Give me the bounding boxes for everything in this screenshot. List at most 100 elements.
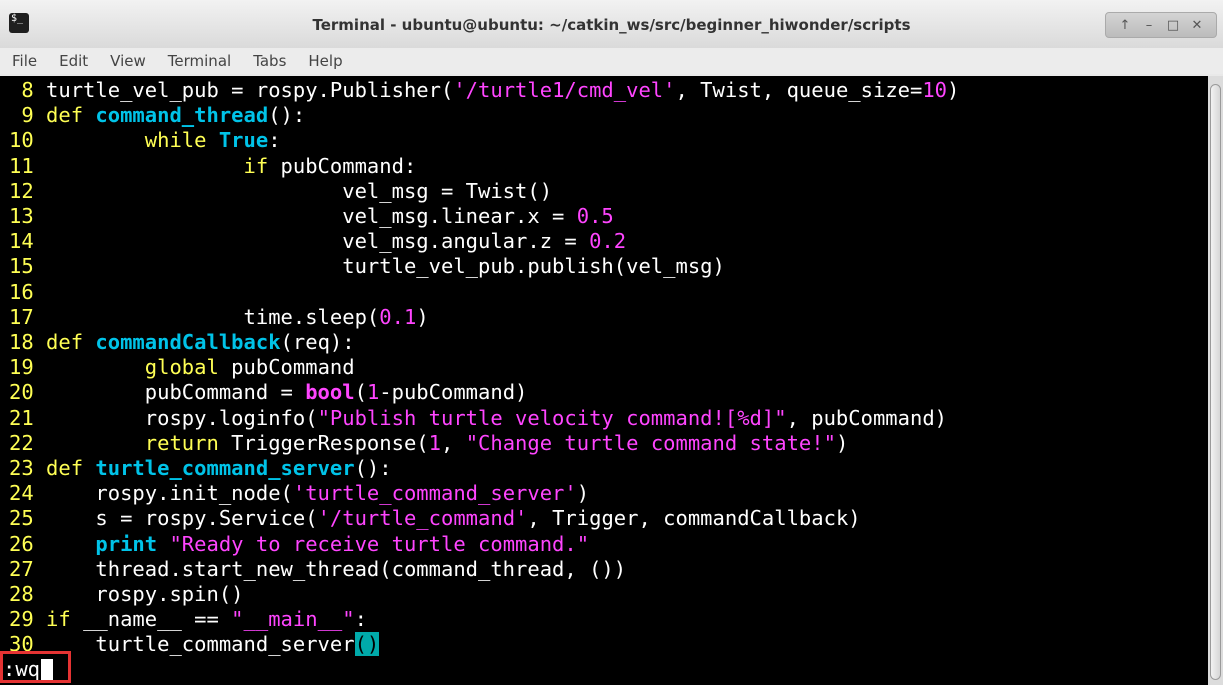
line-number: 20 bbox=[9, 380, 34, 405]
code-token: "Ready to receive turtle command." bbox=[169, 531, 590, 556]
title-bar[interactable]: $_ Terminal - ubuntu@ubuntu: ~/catkin_ws… bbox=[0, 0, 1223, 49]
code-line: 25 s = rospy.Service('/turtle_command', … bbox=[9, 506, 861, 531]
code-line: 28 rospy.spin() bbox=[9, 582, 244, 607]
code-token: ) bbox=[835, 430, 849, 455]
code-token: pubCommand = bbox=[46, 380, 306, 405]
line-number: 15 bbox=[9, 254, 34, 279]
code-token: , Twist, queue_size= bbox=[675, 78, 923, 102]
code-line: 23 def turtle_command_server(): bbox=[9, 456, 392, 481]
code-token: 0.5 bbox=[576, 204, 614, 228]
menu-view[interactable]: View bbox=[99, 52, 157, 70]
line-number: 26 bbox=[9, 531, 34, 556]
line-number: 28 bbox=[9, 582, 34, 606]
code-token: time.sleep( bbox=[46, 304, 380, 329]
code-token: bool bbox=[305, 380, 355, 405]
scrollbar-thumb[interactable] bbox=[1210, 84, 1221, 680]
code-line: 12 vel_msg = Twist() bbox=[9, 179, 552, 204]
terminal-content[interactable]: 30 turtle_command_server() 29 if __name__… bbox=[0, 76, 1208, 685]
code-token: vel_msg.angular.z = bbox=[46, 229, 590, 254]
line-number: 9 bbox=[9, 103, 34, 128]
code-token: , pubCommand) bbox=[786, 405, 948, 430]
code-line: 29 if __name__ == "__main__": bbox=[9, 607, 367, 632]
code-line: 26 print "Ready to receive turtle comman… bbox=[9, 532, 589, 557]
menu-tabs[interactable]: Tabs bbox=[242, 52, 297, 70]
code-token: '/turtle_command' bbox=[317, 506, 528, 531]
code-token: turtle_command_server bbox=[46, 632, 355, 657]
code-line: 9 def command_thread(): bbox=[9, 103, 305, 128]
code-token: : bbox=[354, 607, 367, 632]
code-token: vel_msg.linear.x = bbox=[46, 204, 577, 228]
code-token: True bbox=[218, 128, 269, 153]
code-token: "Publish turtle velocity command![%d]" bbox=[317, 405, 787, 430]
scrollbar[interactable] bbox=[1208, 76, 1223, 685]
code-token: def bbox=[46, 103, 96, 128]
menu-terminal[interactable]: Terminal bbox=[157, 52, 242, 70]
code-token: global bbox=[46, 355, 232, 380]
line-number: 13 bbox=[9, 204, 34, 228]
code-line: 24 rospy.init_node('turtle_command_serve… bbox=[9, 481, 589, 506]
menu-help[interactable]: Help bbox=[297, 52, 353, 70]
code-token: : bbox=[268, 128, 281, 153]
code-token: turtle_vel_pub.publish(vel_msg) bbox=[46, 254, 725, 279]
code-line: 19 global pubCommand bbox=[9, 355, 355, 380]
code-line: 8 turtle_vel_pub = rospy.Publisher('/tur… bbox=[9, 78, 959, 103]
code-token: ( bbox=[354, 380, 367, 405]
line-number: 19 bbox=[9, 355, 34, 380]
code-token: print bbox=[46, 531, 170, 556]
line-number: 22 bbox=[9, 430, 34, 455]
code-token: (): bbox=[354, 456, 392, 480]
code-token: rospy.spin() bbox=[46, 582, 244, 606]
code-token: 1 bbox=[366, 380, 380, 405]
shade-icon[interactable]: ↑ bbox=[1114, 18, 1136, 33]
code-token: 0.2 bbox=[589, 229, 627, 254]
code-token: 'turtle_command_server' bbox=[292, 481, 577, 506]
menu-file[interactable]: File bbox=[0, 52, 48, 70]
code-token: def bbox=[46, 456, 96, 480]
code-token: ) bbox=[416, 304, 429, 329]
code-line: 27 thread.start_new_thread(command_threa… bbox=[9, 557, 626, 582]
code-line: 11 if pubCommand: bbox=[9, 154, 416, 179]
code-token: , Trigger, commandCallback) bbox=[527, 506, 861, 531]
code-token: pubCommand: bbox=[280, 153, 417, 178]
code-line: 13 vel_msg.linear.x = 0.5 bbox=[9, 204, 614, 229]
code-token: '/turtle1/cmd_vel' bbox=[453, 78, 676, 102]
code-token: , bbox=[441, 430, 466, 455]
code-token: () bbox=[354, 632, 380, 657]
code-token: 10 bbox=[922, 78, 948, 102]
maximize-icon[interactable]: □ bbox=[1162, 18, 1184, 33]
code-line: 17 time.sleep(0.1) bbox=[9, 305, 429, 330]
window-title: Terminal - ubuntu@ubuntu: ~/catkin_ws/sr… bbox=[312, 16, 911, 34]
code-token: 0.1 bbox=[379, 304, 417, 329]
code-token: 1 bbox=[428, 430, 441, 455]
minimize-icon[interactable]: – bbox=[1138, 18, 1160, 33]
menu-edit[interactable]: Edit bbox=[48, 52, 99, 70]
line-number: 23 bbox=[9, 456, 34, 480]
code-token: rospy.init_node( bbox=[46, 481, 293, 506]
code-token: turtle_vel_pub = rospy.Publisher( bbox=[46, 78, 454, 102]
code-token: commandCallback bbox=[95, 330, 281, 354]
code-token: turtle_command_server bbox=[95, 456, 355, 480]
code-token: return bbox=[46, 430, 232, 455]
code-token: -pubCommand) bbox=[379, 380, 528, 405]
code-token: pubCommand bbox=[231, 355, 355, 380]
code-token: TriggerResponse( bbox=[231, 430, 429, 455]
code-token: vel_msg = Twist() bbox=[46, 178, 553, 203]
code-token: if bbox=[46, 153, 281, 178]
code-token: command_thread bbox=[95, 103, 269, 128]
code-line: 22 return TriggerResponse(1, "Change tur… bbox=[9, 431, 848, 456]
terminal-window: $_ Terminal - ubuntu@ubuntu: ~/catkin_ws… bbox=[0, 0, 1223, 685]
line-number: 16 bbox=[9, 279, 34, 304]
line-number: 21 bbox=[9, 405, 34, 430]
code-token: while bbox=[46, 128, 219, 153]
code-line: 14 vel_msg.angular.z = 0.2 bbox=[9, 229, 626, 254]
code-line: 20 pubCommand = bool(1-pubCommand) bbox=[9, 380, 527, 405]
line-number: 18 bbox=[9, 330, 34, 354]
line-number: 25 bbox=[9, 506, 34, 531]
close-icon[interactable]: ✕ bbox=[1186, 18, 1208, 33]
code-token: ) bbox=[576, 481, 590, 506]
line-number: 11 bbox=[9, 153, 34, 178]
code-token: "Change turtle command state!" bbox=[465, 430, 836, 455]
code-line: 18 def commandCallback(req): bbox=[9, 330, 355, 355]
line-number: 24 bbox=[9, 481, 34, 506]
code-token: (req): bbox=[280, 330, 355, 354]
